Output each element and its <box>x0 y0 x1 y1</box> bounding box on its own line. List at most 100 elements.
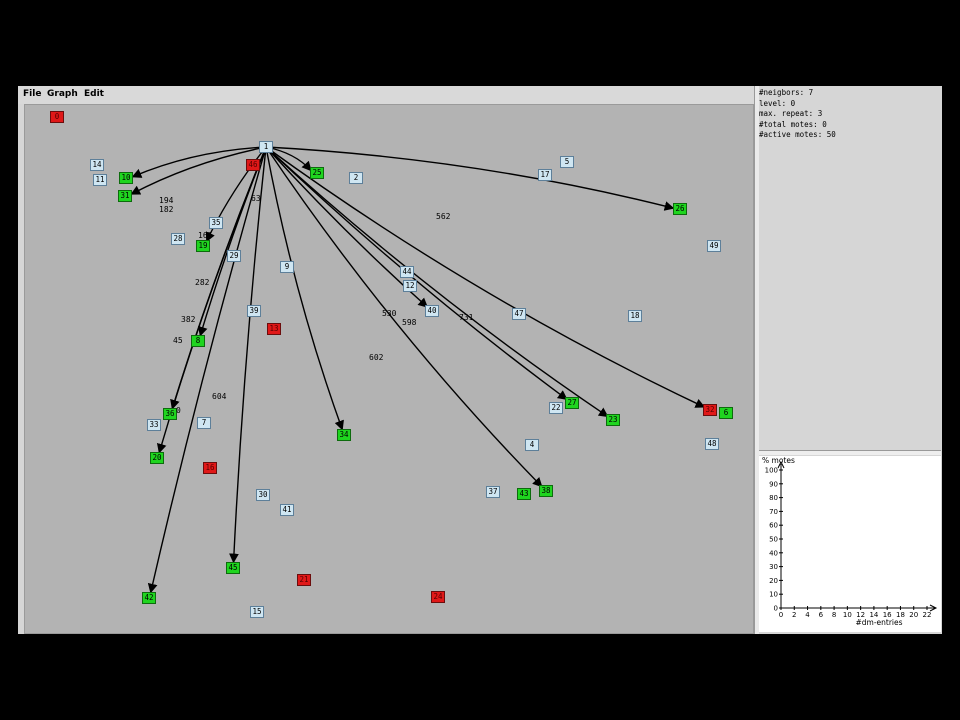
mote-node-33[interactable]: 33 <box>147 419 161 431</box>
x-tick-label: 8 <box>832 611 836 619</box>
y-tick-label: 90 <box>769 480 778 488</box>
y-tick-label: 20 <box>769 577 778 585</box>
stat-total-motes: #total motes: 0 <box>759 119 827 129</box>
mote-node-39[interactable]: 39 <box>247 305 261 317</box>
horizontal-splitter[interactable] <box>759 450 941 455</box>
mote-node-24[interactable]: 24 <box>431 591 445 603</box>
mote-node-32[interactable]: 32 <box>703 404 717 416</box>
mote-node-18[interactable]: 18 <box>628 310 642 322</box>
mote-node-40[interactable]: 40 <box>425 305 439 317</box>
y-tick-label: 100 <box>765 467 778 475</box>
edge-1-26 <box>265 146 675 211</box>
mote-node-23[interactable]: 23 <box>606 414 620 426</box>
graph-canvas[interactable]: 0 1 14 11 10 31 46 25 2 5 17 26 35 28 19 29 9 49 44 12 39 40 4… <box>24 104 754 634</box>
mote-node-11[interactable]: 11 <box>93 174 107 186</box>
app-window: File Graph Edit 0 1 14 11 10 31 46 25 2 5 17 26 35 28… <box>18 86 942 634</box>
x-axis-label: #dm-entries <box>855 618 902 627</box>
x-tick-label: 6 <box>819 611 824 619</box>
mote-node-37[interactable]: 37 <box>486 486 500 498</box>
mote-node-44[interactable]: 44 <box>400 266 414 278</box>
edge-label: 194 <box>159 196 174 205</box>
plot-svg: % motes01020304050607080901000 2 4 6 8 10 12 14… <box>762 456 938 627</box>
x-tick-label: 0 <box>779 611 783 619</box>
x-tick-label: 20 <box>909 611 918 619</box>
mote-node-19[interactable]: 19 <box>196 240 210 252</box>
motes-plot: % motes 0 10 20 30 40 50 60 70 80 90 100 0 2 4 6 8 10 12 14… <box>759 456 941 632</box>
mote-node-47[interactable]: 47 <box>512 308 526 320</box>
edge-label: 382 <box>181 315 196 324</box>
mote-node-45[interactable]: 45 <box>226 562 240 574</box>
y-tick-label: 60 <box>769 522 778 530</box>
mote-node-5[interactable]: 5 <box>560 156 574 168</box>
menu-bar: File Graph Edit <box>18 86 754 104</box>
mote-node-49[interactable]: 49 <box>707 240 721 252</box>
edge-label: 63 <box>251 194 261 203</box>
menu-graph[interactable]: Graph <box>47 89 78 99</box>
y-tick-label: 10 <box>769 591 778 599</box>
mote-node-31[interactable]: 31 <box>118 190 132 202</box>
y-tick-label: 40 <box>769 549 778 557</box>
x-tick-label: 22 <box>923 611 932 619</box>
mote-node-14[interactable]: 14 <box>90 159 104 171</box>
edge-1-32 <box>265 146 706 408</box>
mote-node-20[interactable]: 20 <box>150 452 164 464</box>
mote-node-10[interactable]: 10 <box>119 172 133 184</box>
edge-label: 731 <box>459 313 474 322</box>
mote-node-48[interactable]: 48 <box>705 438 719 450</box>
mote-node-0[interactable]: 0 <box>50 111 64 123</box>
stat-level: level: 0 <box>759 98 796 108</box>
mote-node-46[interactable]: 46 <box>246 159 260 171</box>
mote-node-13[interactable]: 13 <box>267 323 281 335</box>
stats-panel: #neigbors: 7 level: 0 max. repeat: 3 #to… <box>759 88 941 448</box>
mote-node-41[interactable]: 41 <box>280 504 294 516</box>
mote-node-17[interactable]: 17 <box>538 169 552 181</box>
edge-label: 0 <box>176 406 181 415</box>
mote-node-7[interactable]: 7 <box>197 417 211 429</box>
edge-label: 604 <box>212 392 227 401</box>
y-axis-label: % motes <box>762 456 795 465</box>
mote-node-25[interactable]: 25 <box>310 167 324 179</box>
edge-layer <box>130 146 706 594</box>
edge-1-38 <box>265 146 543 488</box>
edge-1-23 <box>265 146 609 418</box>
mote-node-43[interactable]: 43 <box>517 488 531 500</box>
mote-node-8[interactable]: 8 <box>191 335 205 347</box>
mote-node-35[interactable]: 35 <box>209 217 223 229</box>
y-tick-label: 70 <box>769 508 778 516</box>
mote-node-1[interactable]: 1 <box>259 141 273 153</box>
mote-node-27[interactable]: 27 <box>565 397 579 409</box>
mote-node-2[interactable]: 2 <box>349 172 363 184</box>
mote-node-42[interactable]: 42 <box>142 592 156 604</box>
mote-node-21[interactable]: 21 <box>297 574 311 586</box>
menu-file[interactable]: File <box>23 89 41 99</box>
edge-label: 165 <box>198 231 213 240</box>
mote-node-4[interactable]: 4 <box>525 439 539 451</box>
x-tick-label: 2 <box>792 611 796 619</box>
y-tick-label: 50 <box>769 536 778 544</box>
mote-node-15[interactable]: 15 <box>250 606 264 618</box>
edge-label: 562 <box>436 212 451 221</box>
edge-1-34 <box>265 146 344 431</box>
mote-node-38[interactable]: 38 <box>539 485 553 497</box>
mote-node-26[interactable]: 26 <box>673 203 687 215</box>
mote-node-9[interactable]: 9 <box>280 261 294 273</box>
mote-node-36[interactable]: 36 <box>163 408 177 420</box>
mote-node-22[interactable]: 22 <box>549 402 563 414</box>
mote-node-6[interactable]: 6 <box>719 407 733 419</box>
mote-node-29[interactable]: 29 <box>227 250 241 262</box>
edge-label: 530 <box>382 309 397 318</box>
stat-max-repeat: max. repeat: 3 <box>759 109 823 118</box>
mote-node-16[interactable]: 16 <box>203 462 217 474</box>
mote-node-34[interactable]: 34 <box>337 429 351 441</box>
edge-label: 598 <box>402 318 417 327</box>
x-tick-label: 10 <box>843 611 852 619</box>
y-tick-label: 80 <box>769 494 778 502</box>
mote-node-12[interactable]: 12 <box>403 280 417 292</box>
menu-edit[interactable]: Edit <box>84 89 104 99</box>
y-tick-label: 30 <box>769 563 778 571</box>
edge-label: 45 <box>173 336 183 345</box>
mote-node-30[interactable]: 30 <box>256 489 270 501</box>
x-tick-label: 4 <box>805 611 810 619</box>
edge-1-27 <box>265 146 568 400</box>
mote-node-28[interactable]: 28 <box>171 233 185 245</box>
